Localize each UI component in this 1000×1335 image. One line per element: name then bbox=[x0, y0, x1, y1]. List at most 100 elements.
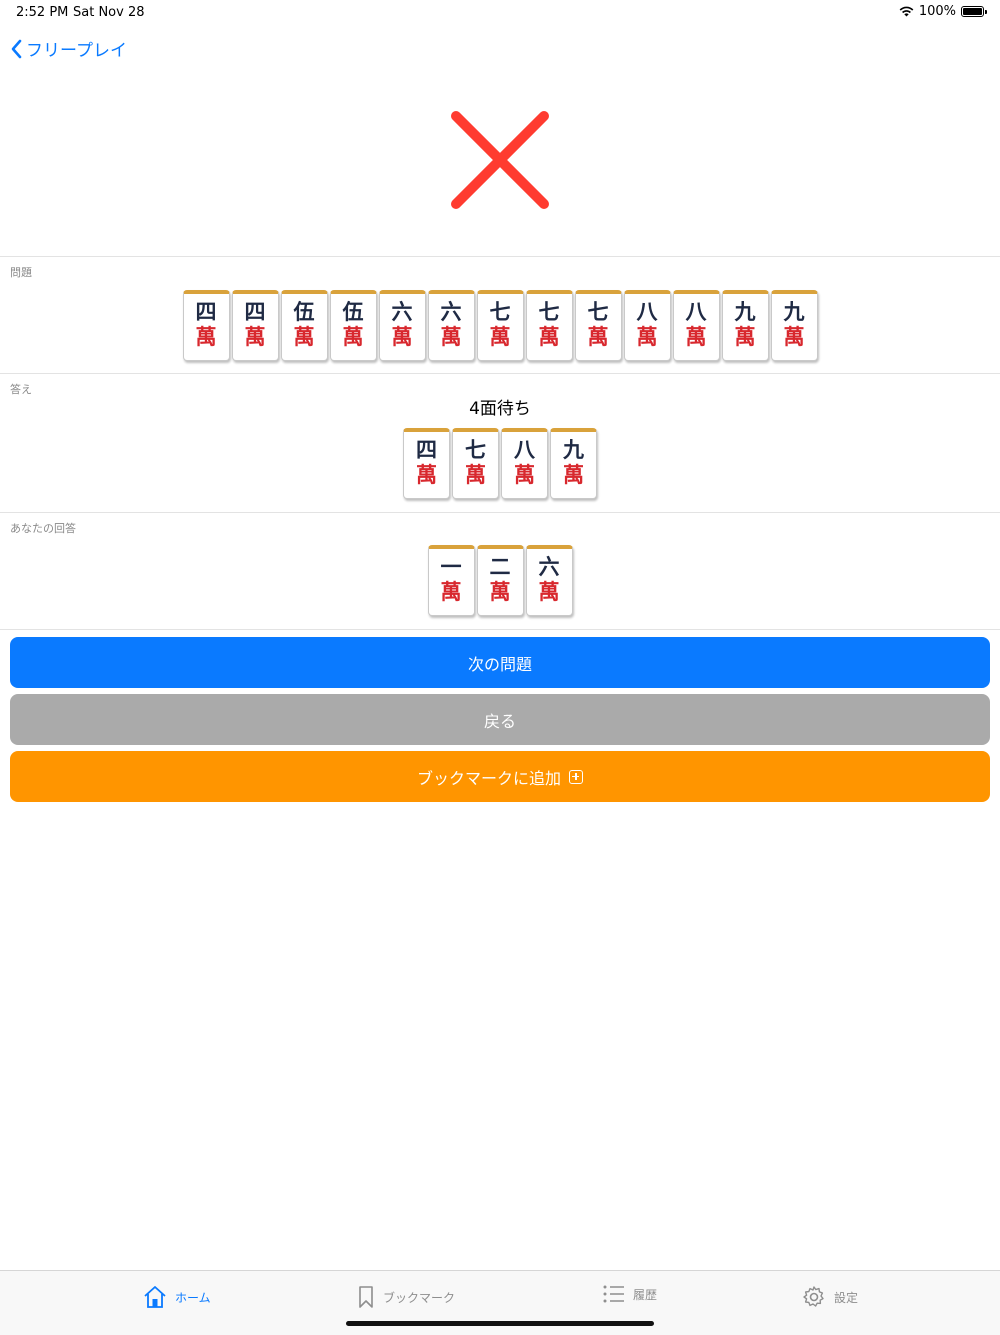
status-bar: 2:52 PM Sat Nov 28 100% bbox=[0, 0, 1000, 24]
mahjong-tile: 八萬 bbox=[623, 290, 671, 361]
tile-suit: 萬 bbox=[563, 462, 584, 487]
tile-suit: 萬 bbox=[195, 324, 217, 349]
mahjong-tile: 六萬 bbox=[378, 290, 426, 361]
next-question-button[interactable]: 次の問題 bbox=[10, 637, 990, 688]
question-tiles: 四萬四萬伍萬伍萬六萬六萬七萬七萬七萬八萬八萬九萬九萬 bbox=[0, 290, 1000, 361]
status-time: 2:52 PM bbox=[16, 5, 69, 20]
tile-suit: 萬 bbox=[440, 579, 462, 604]
tile-number: 六 bbox=[391, 299, 413, 324]
cross-mark-icon bbox=[451, 111, 549, 209]
tile-suit: 萬 bbox=[342, 324, 364, 349]
tile-suit: 萬 bbox=[685, 324, 707, 349]
tile-suit: 萬 bbox=[734, 324, 756, 349]
home-icon bbox=[144, 1286, 166, 1308]
tile-number: 七 bbox=[587, 299, 609, 324]
tile-number: 四 bbox=[244, 299, 266, 324]
mahjong-tile: 七萬 bbox=[525, 290, 573, 361]
tab-home-label: ホーム bbox=[175, 1290, 211, 1305]
question-section: 問題 四萬四萬伍萬伍萬六萬六萬七萬七萬七萬八萬八萬九萬九萬 bbox=[0, 256, 1000, 373]
mahjong-tile: 一萬 bbox=[427, 545, 475, 616]
tile-number: 一 bbox=[440, 554, 462, 579]
next-question-label: 次の問題 bbox=[467, 654, 532, 674]
tile-number: 四 bbox=[416, 437, 437, 462]
mahjong-tile: 四萬 bbox=[403, 428, 450, 499]
back-label: フリープレイ bbox=[26, 41, 127, 61]
back-button[interactable]: フリープレイ bbox=[10, 36, 127, 61]
mahjong-tile: 二萬 bbox=[476, 545, 524, 616]
mahjong-tile: 八萬 bbox=[672, 290, 720, 361]
your-answer-tiles: 一萬二萬六萬 bbox=[0, 545, 1000, 616]
tab-bookmark-label: ブックマーク bbox=[383, 1290, 456, 1305]
tile-suit: 萬 bbox=[244, 324, 266, 349]
your-answer-label: あなたの回答 bbox=[10, 522, 76, 535]
tile-number: 八 bbox=[685, 299, 707, 324]
tab-settings[interactable]: 設定 bbox=[802, 1285, 858, 1309]
wifi-icon bbox=[899, 6, 914, 17]
tile-suit: 萬 bbox=[783, 324, 805, 349]
tile-number: 六 bbox=[538, 554, 560, 579]
your-answer-section: あなたの回答 一萬二萬六萬 bbox=[0, 512, 1000, 629]
tile-number: 九 bbox=[783, 299, 805, 324]
answer-section: 答え 4面待ち 四萬七萬八萬九萬 bbox=[0, 373, 1000, 512]
list-icon bbox=[603, 1285, 624, 1303]
question-label: 問題 bbox=[10, 266, 32, 279]
tab-home[interactable]: ホーム bbox=[143, 1285, 211, 1309]
tab-bookmark[interactable]: ブックマーク bbox=[357, 1285, 455, 1309]
mahjong-tile: 八萬 bbox=[501, 428, 548, 499]
mahjong-tile: 七萬 bbox=[574, 290, 622, 361]
tile-number: 七 bbox=[489, 299, 511, 324]
answer-tiles: 四萬七萬八萬九萬 bbox=[0, 428, 1000, 499]
mahjong-tile: 四萬 bbox=[182, 290, 230, 361]
home-indicator bbox=[346, 1321, 654, 1326]
tile-suit: 萬 bbox=[538, 579, 560, 604]
tile-suit: 萬 bbox=[587, 324, 609, 349]
mahjong-tile: 六萬 bbox=[427, 290, 475, 361]
bookmark-icon bbox=[359, 1286, 373, 1308]
tile-number: 九 bbox=[563, 437, 584, 462]
add-bookmark-label: ブックマークに追加 bbox=[416, 768, 561, 788]
mahjong-tile: 六萬 bbox=[525, 545, 573, 616]
return-label: 戻る bbox=[483, 711, 516, 731]
tile-number: 八 bbox=[514, 437, 535, 462]
gear-icon bbox=[803, 1286, 824, 1307]
tile-suit: 萬 bbox=[416, 462, 437, 487]
add-bookmark-button[interactable]: ブックマークに追加 bbox=[10, 751, 990, 802]
battery-percent: 100% bbox=[918, 4, 956, 19]
mahjong-tile: 七萬 bbox=[452, 428, 499, 499]
tile-number: 八 bbox=[636, 299, 658, 324]
tile-number: 七 bbox=[465, 437, 486, 462]
tile-number: 四 bbox=[195, 299, 217, 324]
tile-number: 二 bbox=[489, 554, 511, 579]
chevron-left-icon bbox=[11, 39, 22, 58]
status-right: 100% bbox=[899, 4, 987, 19]
mahjong-tile: 九萬 bbox=[721, 290, 769, 361]
mahjong-tile: 七萬 bbox=[476, 290, 524, 361]
tile-number: 七 bbox=[538, 299, 560, 324]
tile-suit: 萬 bbox=[636, 324, 658, 349]
mahjong-tile: 伍萬 bbox=[280, 290, 328, 361]
divider bbox=[0, 629, 1000, 631]
tile-number: 伍 bbox=[342, 299, 364, 324]
tile-suit: 萬 bbox=[293, 324, 315, 349]
battery-icon bbox=[961, 6, 987, 17]
status-date: Sat Nov 28 bbox=[73, 5, 145, 20]
tab-history[interactable]: 履歴 bbox=[603, 1285, 657, 1303]
return-button[interactable]: 戻る bbox=[10, 694, 990, 745]
mahjong-tile: 九萬 bbox=[550, 428, 597, 499]
tile-suit: 萬 bbox=[489, 579, 511, 604]
wait-count-text: 4面待ち bbox=[469, 399, 531, 419]
tile-suit: 萬 bbox=[465, 462, 486, 487]
tab-settings-label: 設定 bbox=[834, 1290, 859, 1305]
mahjong-tile: 九萬 bbox=[770, 290, 818, 361]
mahjong-tile: 伍萬 bbox=[329, 290, 377, 361]
tile-number: 六 bbox=[440, 299, 462, 324]
tile-number: 伍 bbox=[293, 299, 315, 324]
plus-square-icon bbox=[569, 769, 583, 784]
mahjong-tile: 四萬 bbox=[231, 290, 279, 361]
tile-suit: 萬 bbox=[440, 324, 462, 349]
tile-suit: 萬 bbox=[489, 324, 511, 349]
tile-suit: 萬 bbox=[538, 324, 560, 349]
tab-history-label: 履歴 bbox=[633, 1287, 658, 1302]
tile-number: 九 bbox=[734, 299, 756, 324]
tile-suit: 萬 bbox=[514, 462, 535, 487]
